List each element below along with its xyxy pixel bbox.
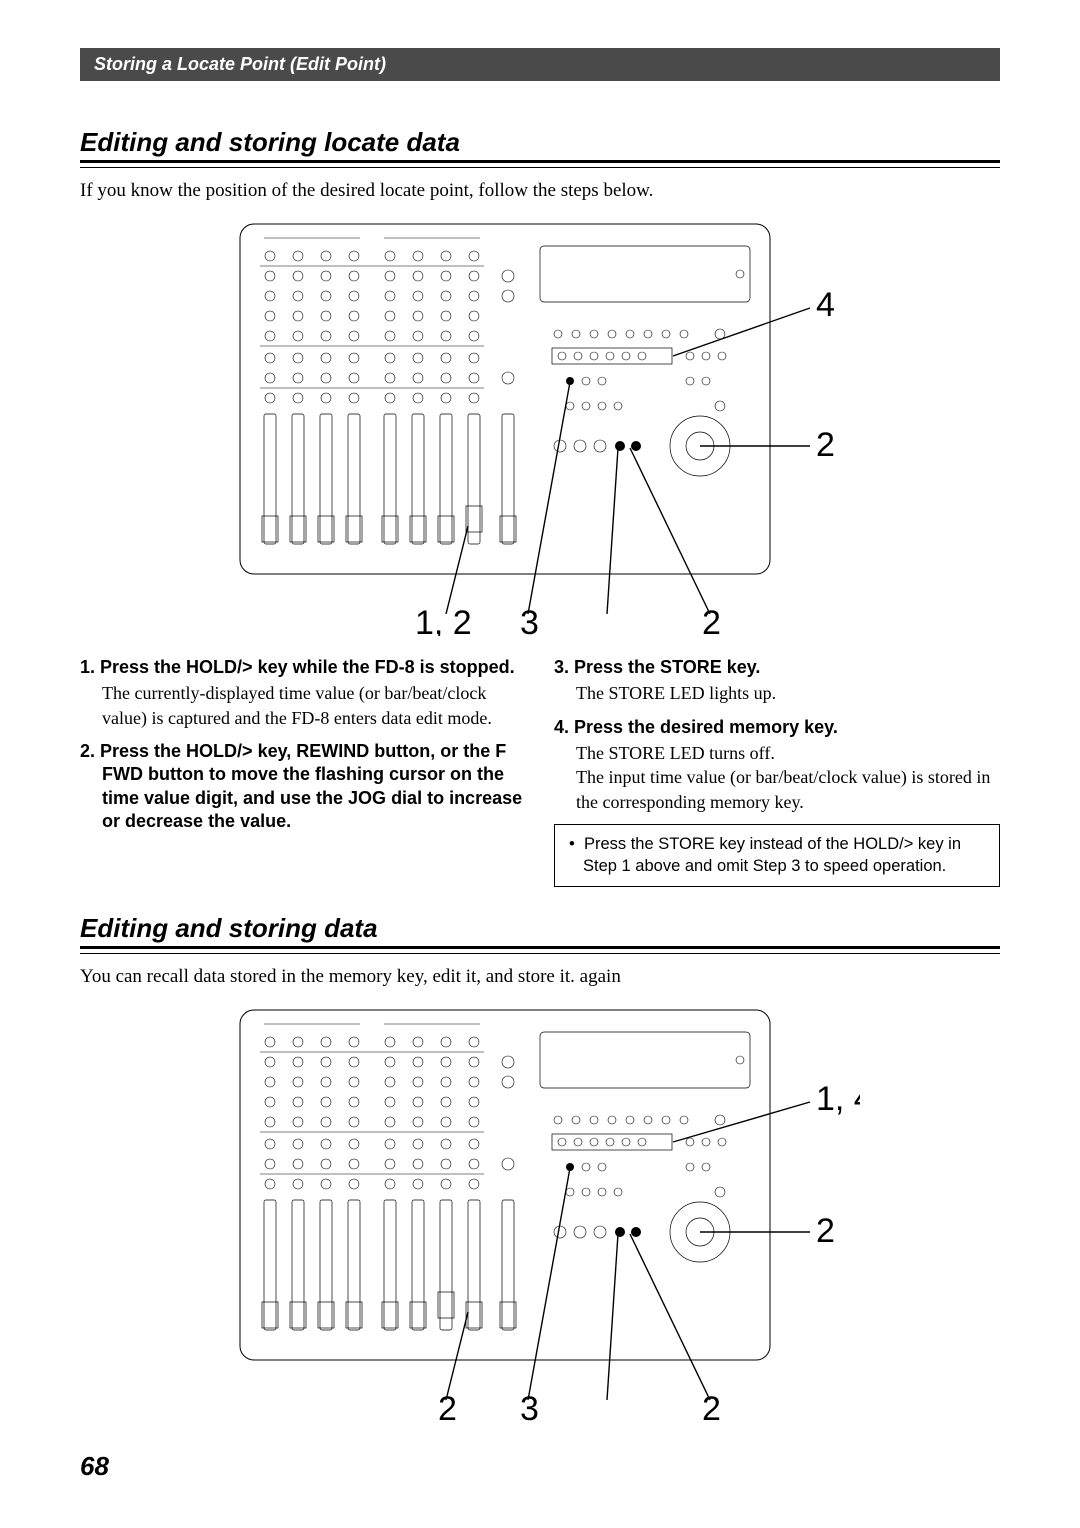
step3-head: 3. Press the STORE key. bbox=[554, 656, 1000, 679]
callout2-2a: 2 bbox=[438, 1390, 457, 1422]
section1-steps: 1. Press the HOLD/> key while the FD-8 i… bbox=[80, 648, 1000, 887]
callout-12: 1, 2 bbox=[415, 604, 472, 636]
header-bar: Storing a Locate Point (Edit Point) bbox=[80, 48, 1000, 81]
callout2-2b: 2 bbox=[702, 1390, 721, 1422]
step3-body: The STORE LED lights up. bbox=[576, 681, 1000, 705]
callout-2r: 2 bbox=[816, 426, 835, 464]
callout2-14: 1, 4 bbox=[816, 1080, 860, 1118]
diagram2-wrap: 1, 4 2 2 3 2 bbox=[80, 1002, 1000, 1422]
section1-intro: If you know the position of the desired … bbox=[80, 180, 1000, 202]
step2-head: 2. Press the HOLD/> key, REWIND button, … bbox=[80, 740, 526, 834]
section2-title: Editing and storing data bbox=[80, 913, 1000, 944]
section1-left-col: 1. Press the HOLD/> key while the FD-8 i… bbox=[80, 648, 526, 887]
diagram1-wrap: 4 2 1, 2 3 2 bbox=[80, 216, 1000, 636]
callout-2b: 2 bbox=[702, 604, 721, 636]
note-text: Press the STORE key instead of the HOLD/… bbox=[583, 835, 961, 875]
section1-title: Editing and storing locate data bbox=[80, 127, 1000, 158]
step1-body: The currently-displayed time value (or b… bbox=[102, 681, 526, 730]
callout2-2r: 2 bbox=[816, 1212, 835, 1250]
callout2-3: 3 bbox=[520, 1390, 539, 1422]
header-title: Storing a Locate Point (Edit Point) bbox=[94, 54, 386, 74]
section1-rule bbox=[80, 160, 1000, 168]
mixer-diagram-2: 1, 4 2 2 3 2 bbox=[220, 1002, 860, 1422]
step4-body: The STORE LED turns off. The input time … bbox=[576, 741, 1000, 814]
callout-3: 3 bbox=[520, 604, 539, 636]
step1-head: 1. Press the HOLD/> key while the FD-8 i… bbox=[80, 656, 526, 679]
section2-intro: You can recall data stored in the memory… bbox=[80, 966, 1000, 988]
section1-right-col: 3. Press the STORE key. The STORE LED li… bbox=[554, 648, 1000, 887]
page-number: 68 bbox=[80, 1451, 109, 1482]
step4-head: 4. Press the desired memory key. bbox=[554, 716, 1000, 739]
mixer-diagram-1: 4 2 1, 2 3 2 bbox=[220, 216, 860, 636]
callout-4: 4 bbox=[816, 286, 835, 324]
section2-rule bbox=[80, 946, 1000, 954]
note-box: • Press the STORE key instead of the HOL… bbox=[554, 824, 1000, 887]
